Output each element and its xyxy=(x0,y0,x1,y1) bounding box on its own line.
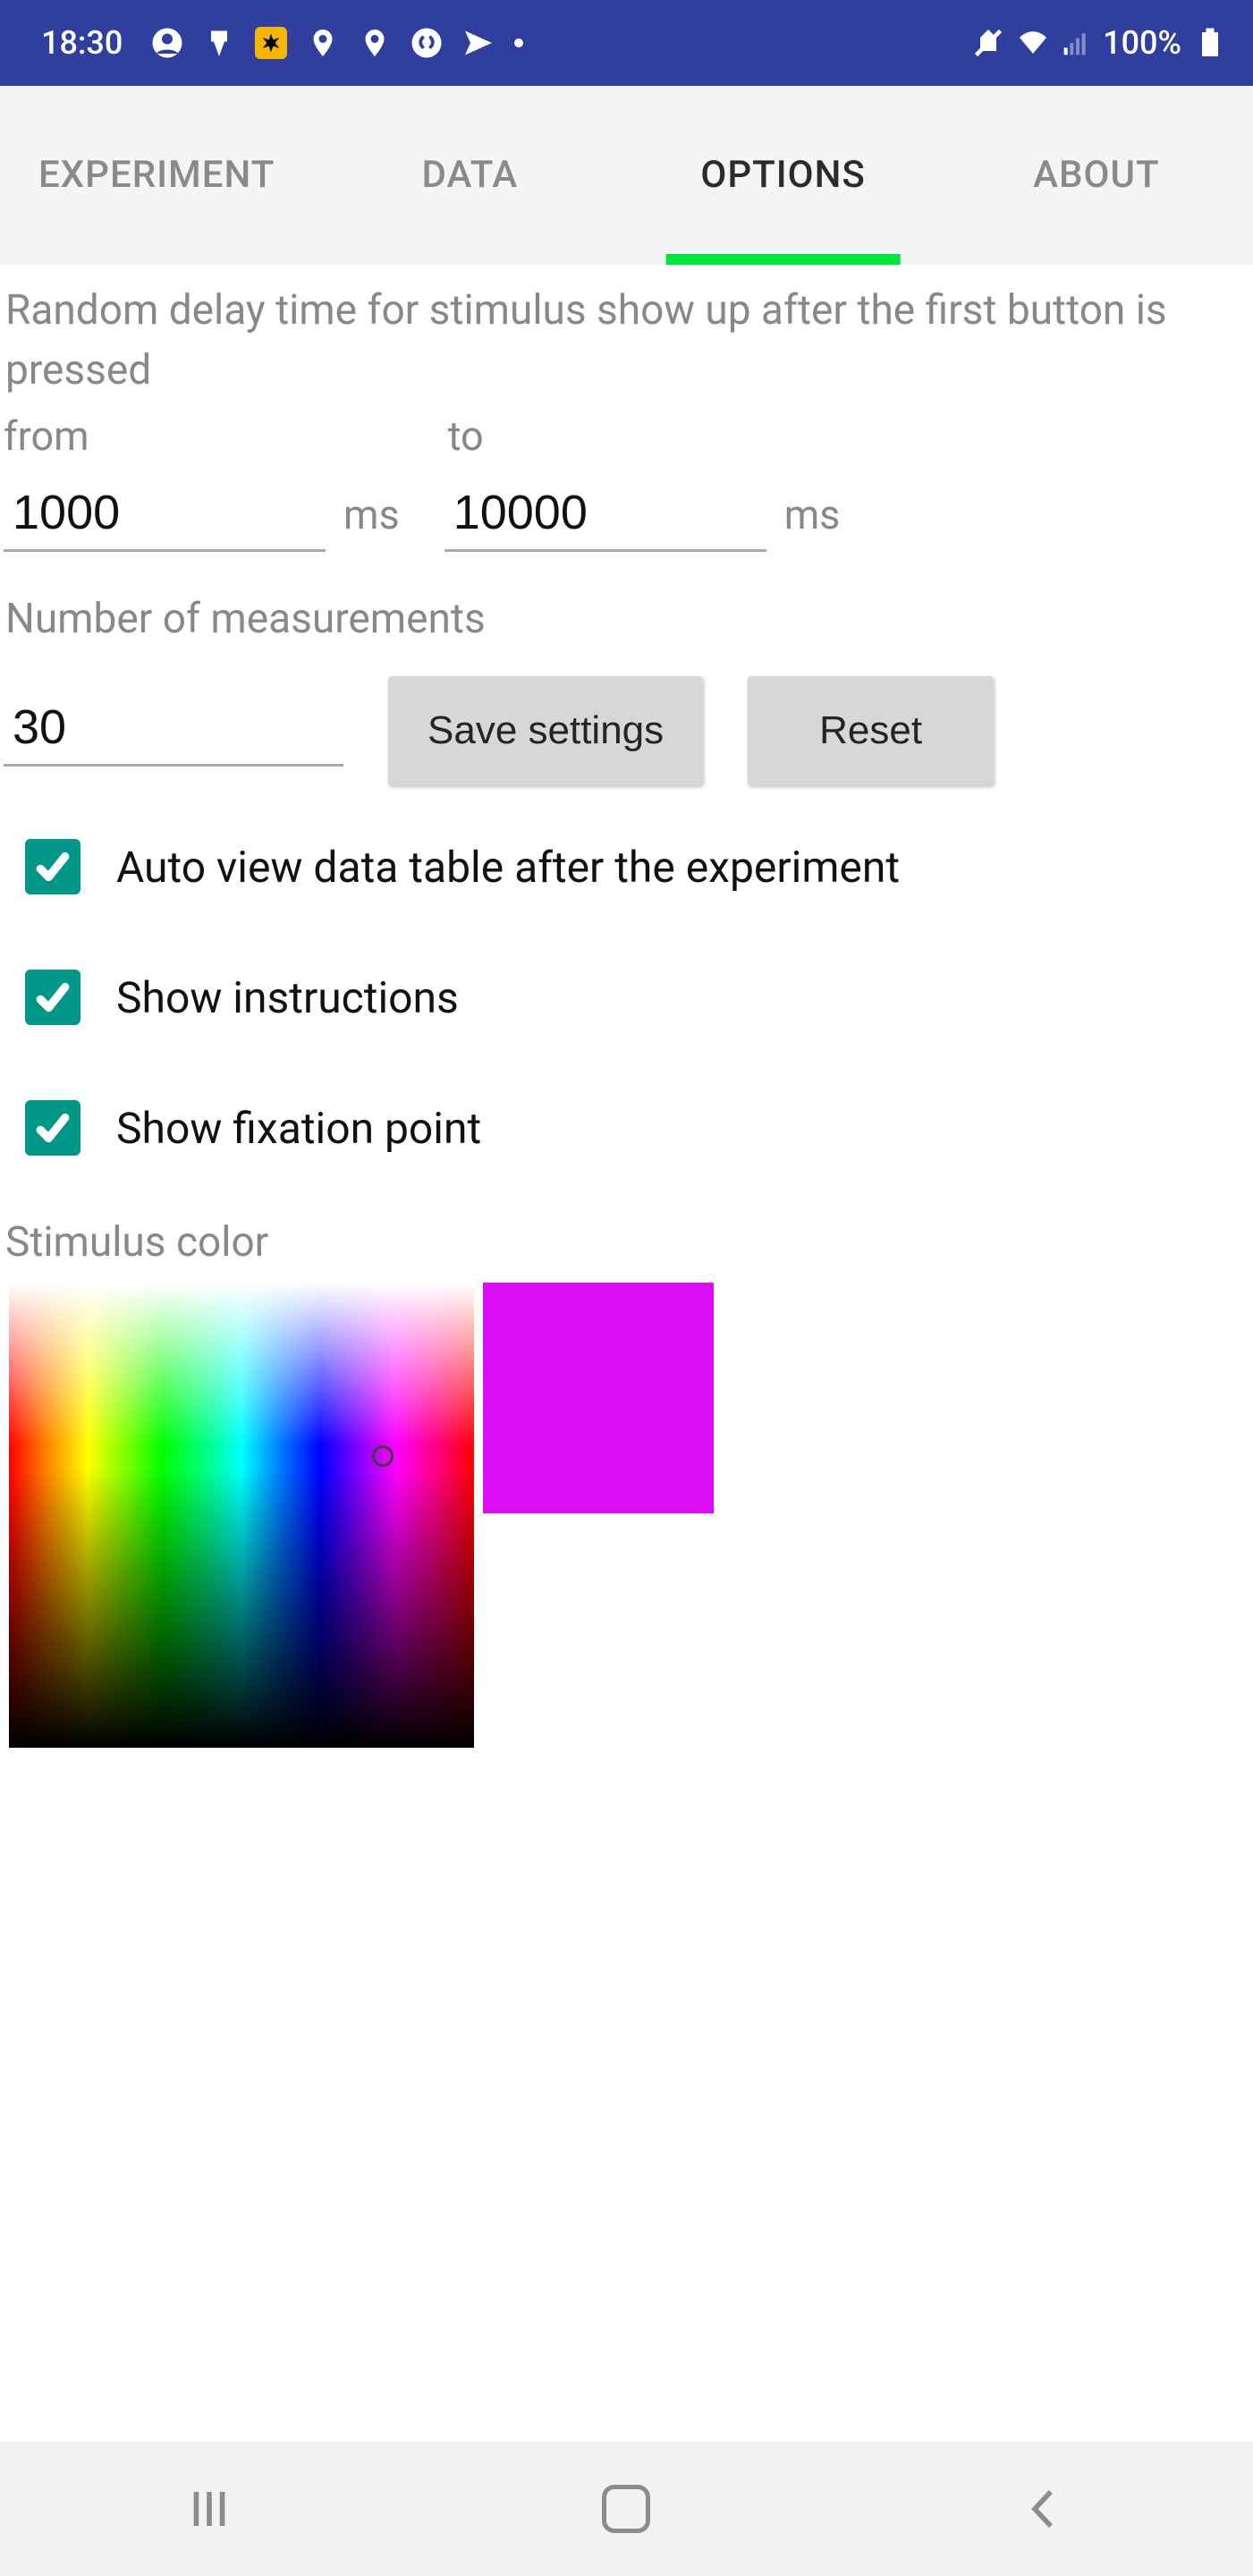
person-icon xyxy=(151,27,183,59)
status-right: 100% xyxy=(972,24,1226,62)
check-show-instructions-label: Show instructions xyxy=(116,972,459,1023)
signal-icon xyxy=(1062,29,1090,57)
to-label: to xyxy=(448,412,841,460)
send-icon xyxy=(462,27,495,59)
battery-icon xyxy=(1194,27,1226,59)
tab-experiment[interactable]: EXPERIMENT xyxy=(0,86,313,265)
location-icon-2 xyxy=(359,27,391,59)
speaker-icon xyxy=(203,27,235,59)
delay-heading: Random delay time for stimulus show up a… xyxy=(4,281,1249,400)
status-time: 18:30 xyxy=(41,24,123,62)
check-show-fixation-row[interactable]: Show fixation point xyxy=(25,1100,1249,1156)
status-left: 18:30 xyxy=(41,24,523,62)
wifi-icon xyxy=(1017,27,1049,59)
color-picker-cursor-icon xyxy=(372,1445,394,1467)
checkbox-checked-icon[interactable] xyxy=(25,1100,80,1156)
measurements-heading: Number of measurements xyxy=(4,589,1249,649)
delay-to-col: to ms xyxy=(444,412,841,552)
delay-from-col: from ms xyxy=(4,412,400,552)
battery-text: 100% xyxy=(1103,24,1181,62)
delay-to-input[interactable] xyxy=(444,481,766,552)
checkbox-list: Auto view data table after the experimen… xyxy=(4,839,1249,1156)
settings-row: Save settings Reset xyxy=(4,676,1249,785)
measurements-input[interactable] xyxy=(4,696,343,767)
checkbox-checked-icon[interactable] xyxy=(25,839,80,894)
tab-data[interactable]: DATA xyxy=(313,86,626,265)
tab-bar: EXPERIMENT DATA OPTIONS ABOUT xyxy=(0,86,1253,265)
reset-button[interactable]: Reset xyxy=(748,676,994,785)
options-panel: Random delay time for stimulus show up a… xyxy=(0,265,1253,1748)
home-icon[interactable] xyxy=(602,2485,650,2533)
check-auto-view-row[interactable]: Auto view data table after the experimen… xyxy=(25,839,1249,894)
ms-unit: ms xyxy=(343,491,400,538)
status-bar: 18:30 100% xyxy=(0,0,1253,86)
color-picker-area xyxy=(4,1283,1249,1748)
system-nav-bar xyxy=(0,2442,1253,2576)
checkbox-checked-icon[interactable] xyxy=(25,970,80,1025)
check-auto-view-label: Auto view data table after the experimen… xyxy=(116,842,900,893)
save-settings-button[interactable]: Save settings xyxy=(388,676,703,785)
recents-icon[interactable] xyxy=(184,2484,234,2534)
color-picker[interactable] xyxy=(9,1283,474,1748)
delay-from-input[interactable] xyxy=(4,481,326,552)
check-show-instructions-row[interactable]: Show instructions xyxy=(25,970,1249,1025)
tab-about[interactable]: ABOUT xyxy=(940,86,1253,265)
stimulus-color-label: Stimulus color xyxy=(4,1218,1249,1267)
check-show-fixation-label: Show fixation point xyxy=(116,1103,481,1154)
from-label: from xyxy=(4,412,400,460)
tab-options[interactable]: OPTIONS xyxy=(627,86,940,265)
location-icon xyxy=(307,27,339,59)
selected-color-swatch xyxy=(483,1283,714,1513)
shazam-icon xyxy=(411,27,443,59)
more-dot-icon xyxy=(514,38,523,47)
app-icon xyxy=(255,27,287,59)
mute-icon xyxy=(972,27,1004,59)
ms-unit-2: ms xyxy=(784,491,841,538)
delay-range-row: from ms to ms xyxy=(4,412,1249,552)
back-icon[interactable] xyxy=(1019,2484,1069,2534)
